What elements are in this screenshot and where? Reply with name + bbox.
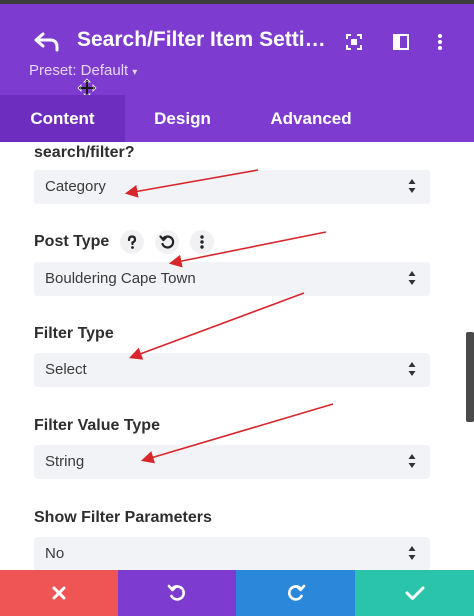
select-arrows-icon bbox=[408, 546, 416, 560]
more-vertical-icon bbox=[200, 235, 204, 249]
fullscreen-icon[interactable] bbox=[344, 32, 364, 52]
split-view-icon[interactable] bbox=[391, 32, 411, 52]
save-button[interactable] bbox=[355, 570, 474, 616]
settings-content[interactable]: search/filter? Category Post Type Boulde… bbox=[0, 142, 474, 570]
modal-header: Search/Filter Item Settings Preset: Defa… bbox=[0, 0, 474, 98]
select-value: String bbox=[45, 453, 85, 470]
redo-button[interactable] bbox=[236, 570, 355, 616]
tab-content[interactable]: Content bbox=[0, 95, 125, 142]
select-value: Category bbox=[45, 178, 106, 195]
select-value: No bbox=[45, 545, 65, 562]
filter-type-select[interactable]: Select bbox=[34, 353, 430, 387]
select-arrows-icon bbox=[408, 362, 416, 376]
show-filter-parameters-select[interactable]: No bbox=[34, 537, 430, 570]
preset-label: Preset: Default bbox=[29, 62, 129, 79]
undo-button[interactable] bbox=[118, 570, 236, 616]
select-value: Select bbox=[45, 361, 87, 378]
help-button[interactable] bbox=[120, 230, 144, 254]
reset-icon bbox=[159, 235, 175, 249]
field-label-search-filter: search/filter? bbox=[34, 144, 135, 161]
tab-design[interactable]: Design bbox=[125, 95, 240, 142]
check-icon bbox=[405, 586, 424, 600]
scrollbar[interactable] bbox=[466, 332, 474, 422]
undo-icon bbox=[167, 584, 185, 601]
help-icon bbox=[127, 235, 137, 249]
settings-tabs: Content Design Advanced bbox=[0, 95, 474, 142]
back-icon[interactable] bbox=[33, 30, 61, 54]
select-arrows-icon bbox=[408, 179, 416, 193]
search-filter-select[interactable]: Category bbox=[34, 170, 430, 204]
redo-icon bbox=[287, 584, 305, 601]
tab-advanced[interactable]: Advanced bbox=[240, 95, 382, 142]
select-value: Bouldering Cape Town bbox=[45, 270, 196, 287]
cancel-button[interactable] bbox=[0, 570, 118, 616]
more-vertical-icon[interactable] bbox=[430, 32, 450, 52]
chevron-down-icon: ▾ bbox=[132, 67, 138, 78]
filter-value-type-select[interactable]: String bbox=[34, 445, 430, 479]
post-type-select[interactable]: Bouldering Cape Town bbox=[34, 262, 430, 296]
field-label-filter-value-type: Filter Value Type bbox=[34, 417, 160, 434]
field-options-button[interactable] bbox=[190, 230, 214, 254]
modal-footer bbox=[0, 570, 474, 616]
modal-title: Search/Filter Item Settings bbox=[77, 28, 329, 51]
field-label-filter-type: Filter Type bbox=[34, 325, 114, 342]
select-arrows-icon bbox=[408, 454, 416, 468]
preset-selector[interactable]: Preset: Default ▾ bbox=[29, 62, 137, 79]
select-arrows-icon bbox=[408, 271, 416, 285]
close-icon bbox=[52, 586, 66, 600]
field-label-post-type: Post Type bbox=[34, 233, 110, 250]
field-label-show-filter-parameters: Show Filter Parameters bbox=[34, 509, 212, 526]
reset-button[interactable] bbox=[155, 230, 179, 254]
